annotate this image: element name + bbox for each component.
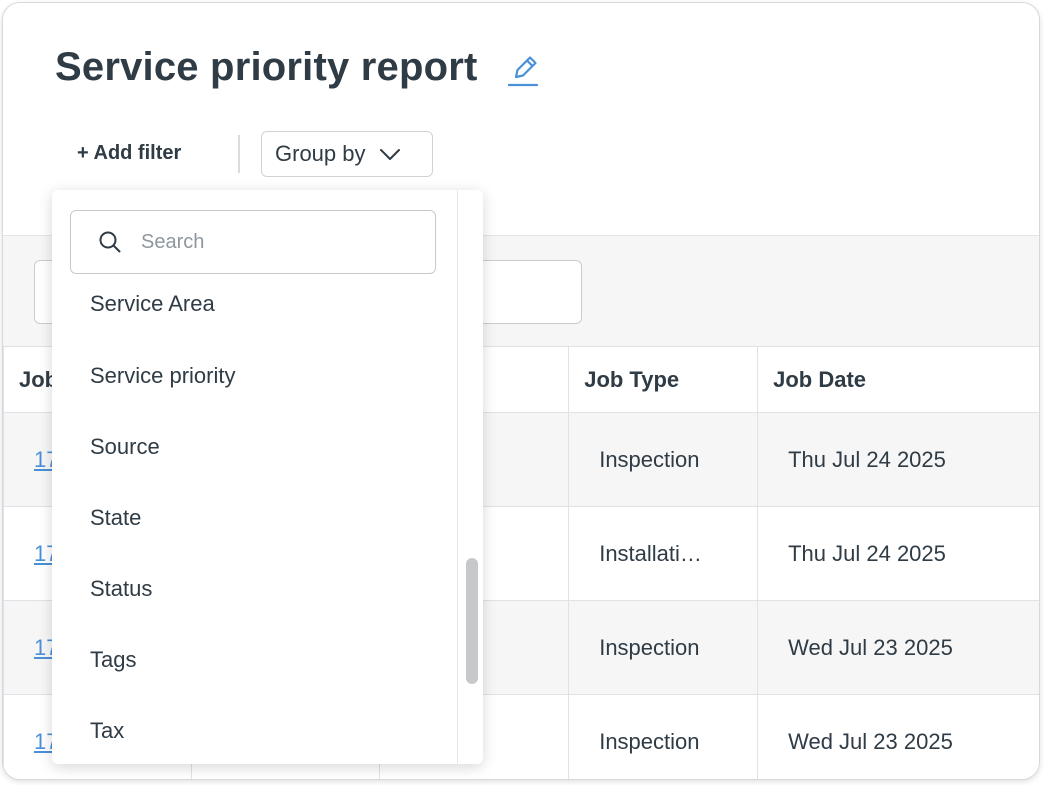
job-date-cell: Thu Jul 24 2025 (757, 506, 1039, 601)
page-title: Service priority report (55, 45, 478, 89)
filter-option-status[interactable]: Status (52, 553, 457, 624)
filter-option-source[interactable]: Source (52, 411, 457, 482)
filter-option-service-area[interactable]: Service Area (52, 280, 457, 340)
job-type-cell: Inspection (568, 412, 759, 507)
toolbar-divider (238, 135, 240, 173)
scrollbar-thumb[interactable] (466, 558, 478, 684)
dropdown-search-input[interactable] (141, 230, 421, 254)
report-window: Service priority report + Add filter Gro… (2, 2, 1040, 780)
job-date-cell: Thu Jul 24 2025 (757, 412, 1039, 507)
job-type-cell: Inspection (568, 600, 759, 695)
filter-option-service-priority[interactable]: Service priority (52, 340, 457, 411)
group-by-label: Group by (275, 141, 366, 166)
job-date-cell: Wed Jul 23 2025 (757, 600, 1039, 695)
filter-options-list: Service Area Service priority Source Sta… (52, 280, 457, 764)
column-header-job-type[interactable]: Job Type (568, 346, 759, 413)
add-filter-dropdown: Service Area Service priority Source Sta… (52, 190, 483, 764)
job-date-cell: Wed Jul 23 2025 (757, 694, 1039, 779)
dropdown-scrollbar[interactable] (457, 190, 483, 764)
column-header-job-date[interactable]: Job Date (757, 346, 1039, 413)
job-type-cell: Installati… (568, 506, 759, 601)
add-filter-button[interactable]: + Add filter (77, 142, 181, 165)
group-by-dropdown[interactable]: Group by (261, 131, 433, 177)
dropdown-search-box[interactable] (70, 210, 436, 274)
job-type-cell: Inspection (568, 694, 759, 779)
pencil-icon[interactable] (506, 53, 540, 89)
search-icon (99, 231, 121, 253)
filter-option-tags[interactable]: Tags (52, 624, 457, 695)
filter-option-tax[interactable]: Tax (52, 695, 457, 764)
filter-option-state[interactable]: State (52, 482, 457, 553)
chevron-down-icon (379, 149, 400, 160)
